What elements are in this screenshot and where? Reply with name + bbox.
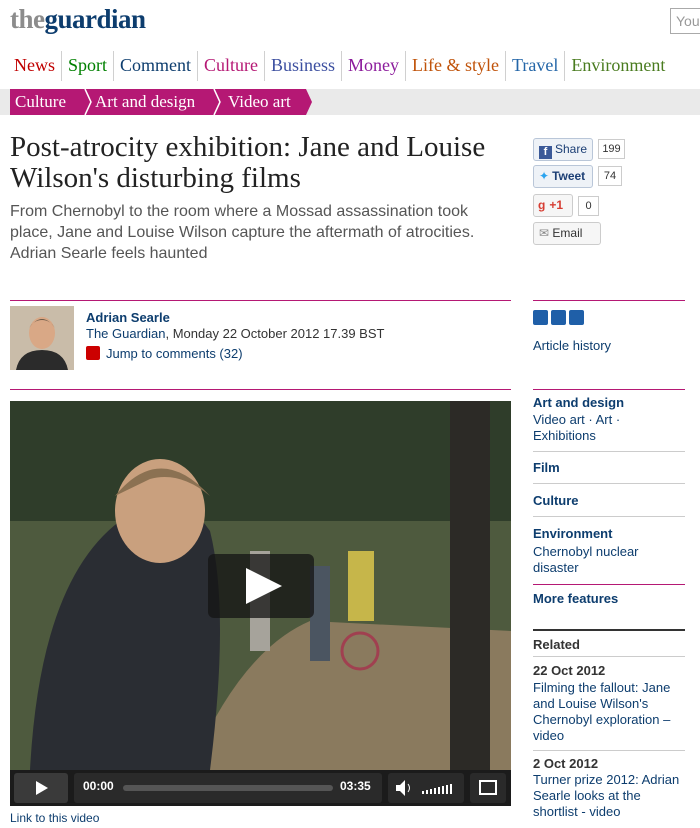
divider [10,300,511,301]
link-to-video[interactable]: Link to this video [10,811,99,825]
time-current: 00:00 [83,779,114,793]
jump-to-comments-link[interactable]: Jump to comments (32) [86,346,243,361]
breadcrumb-art-design[interactable]: Art and design [95,89,195,115]
email-button[interactable]: ✉ Email [533,222,601,245]
envelope-icon: ✉ [539,226,550,240]
tools-icons [533,310,587,330]
page-title: Post-atrocity exhibition: Jane and Louis… [10,131,486,194]
gplus-count: 0 [578,196,599,216]
breadcrumb-video-art[interactable]: Video art [228,89,291,115]
text-size-icon[interactable] [569,310,584,325]
volume-icon [396,780,452,796]
author-photo [10,306,74,370]
divider [533,629,685,631]
play-icon [246,568,282,604]
divider [533,584,685,585]
breadcrumb-culture[interactable]: Culture [10,89,66,115]
divider [533,516,685,517]
seek-bar[interactable] [123,785,333,791]
share-icon[interactable] [551,310,566,325]
gplus-icon: g [538,198,546,212]
play-icon [36,781,48,795]
nav-sport[interactable]: Sport [61,51,113,81]
chevron-right-icon [84,89,92,115]
fullscreen-icon [479,780,497,795]
divider [10,389,511,390]
art-subtags[interactable]: Video art · Art · Exhibitions [533,412,663,444]
play-button[interactable] [14,773,68,803]
nav-comment[interactable]: Comment [113,51,197,81]
divider [533,750,685,751]
nav-culture[interactable]: Culture [197,51,264,81]
comment-icon [86,346,100,360]
chernobyl-link[interactable]: Chernobyl nuclear disaster [533,544,653,576]
related-heading: Related [533,637,580,652]
publication-link[interactable]: The Guardian [86,326,166,341]
section-nav: News Sport Comment Culture Business Mone… [8,51,671,81]
video-controls: 00:00 03:35 [10,770,511,806]
film-link[interactable]: Film [533,460,560,475]
divider [533,656,685,657]
divider [533,389,685,390]
fullscreen-button[interactable] [470,773,506,803]
tweet-count: 74 [598,166,622,186]
nav-life-style[interactable]: Life & style [405,51,505,81]
related-date: 2 Oct 2012 [533,756,599,771]
guardian-logo[interactable]: theguardian [10,4,146,35]
divider [533,300,685,301]
environment-link[interactable]: Environment [533,526,612,541]
tweet-button[interactable]: ✦ Tweet [533,165,593,188]
nav-business[interactable]: Business [264,51,341,81]
print-icon[interactable] [533,310,548,325]
nav-environment[interactable]: Environment [564,51,671,81]
time-total: 03:35 [340,779,371,793]
art-and-design-link[interactable]: Art and design [533,395,624,410]
facebook-share-button[interactable]: f Share [533,138,593,161]
twitter-bird-icon: ✦ [539,169,550,183]
divider [533,451,685,452]
more-features-link[interactable]: More features [533,591,618,606]
culture-link[interactable]: Culture [533,493,579,508]
author-link[interactable]: Adrian Searle [86,310,170,325]
article-history-link[interactable]: Article history [533,338,611,354]
volume-control[interactable] [388,773,464,803]
author-avatar [10,306,74,370]
related-date: 22 Oct 2012 [533,663,606,678]
facebook-icon: f [539,146,552,159]
gplus-button[interactable]: g +1 [533,194,573,217]
related-link-1[interactable]: Filming the fallout: Jane and Louise Wil… [533,680,683,744]
nav-news[interactable]: News [8,51,61,81]
facebook-count: 199 [598,139,625,159]
divider [533,483,685,484]
publication-info: The Guardian, Monday 22 October 2012 17.… [86,326,385,341]
search-input[interactable]: You [670,8,700,34]
chevron-right-icon [213,89,221,115]
play-button-large[interactable] [208,554,314,618]
related-link-2[interactable]: Turner prize 2012: Adrian Searle looks a… [533,772,683,820]
nav-money[interactable]: Money [341,51,405,81]
nav-travel[interactable]: Travel [505,51,564,81]
standfirst: From Chernobyl to the room where a Mossa… [10,203,475,262]
